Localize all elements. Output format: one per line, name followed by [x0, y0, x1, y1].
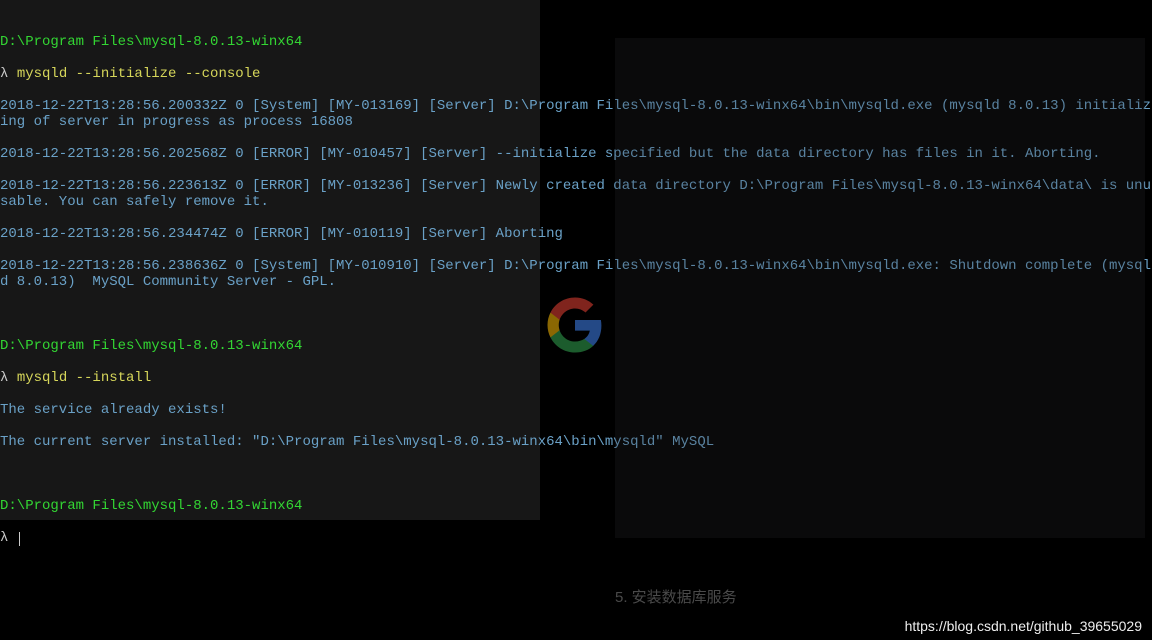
watermark-text: https://blog.csdn.net/github_39655029 [905, 618, 1142, 634]
prompt-path: D:\Program Files\mysql-8.0.13-winx64 [0, 338, 302, 354]
right-panel [615, 38, 1145, 538]
command-text: mysqld --initialize --console [17, 66, 261, 82]
footer-heading: 5. 安装数据库服务 [615, 590, 737, 606]
prompt-lambda: λ [0, 370, 8, 386]
prompt-lambda: λ [0, 66, 8, 82]
google-logo-icon [545, 295, 605, 355]
command-text: mysqld --install [17, 370, 151, 386]
prompt-path: D:\Program Files\mysql-8.0.13-winx64 [0, 34, 302, 50]
prompt-lambda: λ [0, 530, 8, 546]
prompt-path: D:\Program Files\mysql-8.0.13-winx64 [0, 498, 302, 514]
cursor[interactable] [19, 532, 20, 546]
